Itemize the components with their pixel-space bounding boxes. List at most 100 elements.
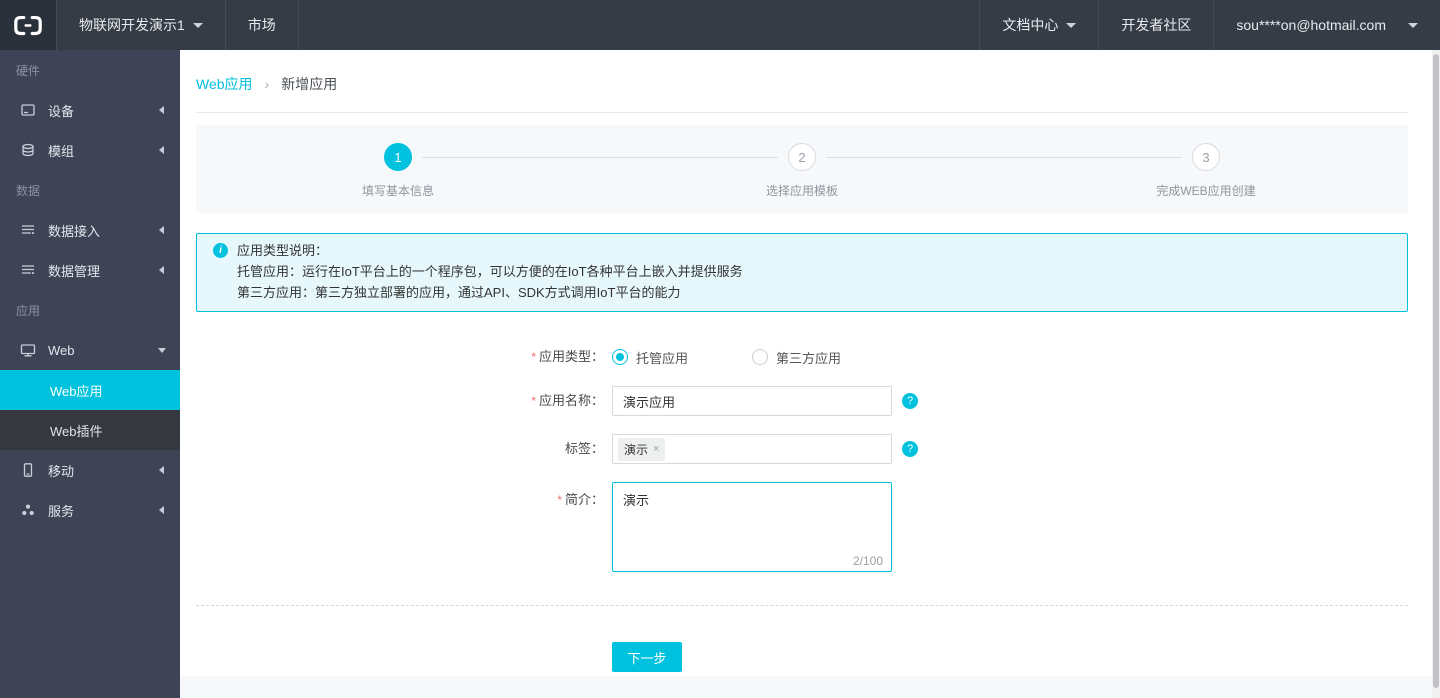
nav-community-label: 开发者社区 [1121,17,1192,33]
step-1-circle: 1 [384,143,412,171]
tag-chip-label: 演示 [624,442,649,457]
sidebar-section-hardware: 硬件 [16,63,41,78]
sidebar-item-device[interactable]: 设备 [0,90,180,130]
step-3-circle: 3 [1192,143,1220,171]
new-app-form: *应用类型： 托管应用 第三方应用 *应用名称： ? 标签： 演示 [196,346,1408,672]
button-row: 下一步 [196,642,1408,672]
breadcrumb-web-app-link[interactable]: Web应用 [196,74,253,94]
sidebar-subitem-label: Web应用 [50,383,103,399]
step-1-label: 填写基本信息 [361,184,434,198]
breadcrumb-divider [196,112,1408,113]
sidebar-item-module[interactable]: 模组 [0,130,180,170]
sidebar-item-label: 数据接入 [48,223,101,239]
account-menu[interactable]: sou****on@hotmail.com [1213,0,1440,50]
app-type-label: * 应用类型： [531,349,604,364]
sidebar-item-mobile[interactable]: 移动 [0,450,180,490]
intro-label: * 简介： [557,492,604,507]
chevron-down-icon [1066,22,1077,28]
service-icon [20,502,36,518]
step-3-label: 完成WEB应用创建 [1156,184,1256,198]
info-line-hosted: 托管应用：运行在IoT平台上的一个程序包，可以方便的在IoT各种平台上嵌入并提供… [237,264,743,279]
module-icon [20,142,36,158]
step-connector [421,157,778,158]
info-title: 应用类型说明： [237,243,329,258]
radio-unselected-icon[interactable] [752,349,769,365]
required-mark: * [557,493,562,507]
sidebar-item-data-manage[interactable]: 数据管理 [0,250,180,290]
nav-docs[interactable]: 文档中心 [979,0,1098,50]
step-1: 1 填写基本信息 [196,125,600,213]
step-2-label: 选择应用模板 [765,184,838,198]
alibaba-cloud-logo-icon[interactable] [0,0,56,50]
main-content: Web应用 › 新增应用 1 填写基本信息 2 选择应用模板 3 完成WEB应用… [180,50,1432,698]
chevron-left-icon [159,226,164,234]
help-icon[interactable]: ? [902,441,918,457]
project-switcher-label: 物联网开发演示1 [79,17,185,33]
app-type-info-box: i 应用类型说明： 托管应用：运行在IoT平台上的一个程序包，可以方便的在IoT… [196,233,1408,312]
nav-market-label: 市场 [247,17,276,33]
radio-hosted-app-label: 托管应用 [636,350,689,366]
sidebar-item-data-access[interactable]: 数据接入 [0,210,180,250]
sidebar-item-label: Web [48,342,75,358]
help-icon[interactable]: ? [902,393,918,409]
chevron-left-icon [159,106,164,114]
data-manage-icon [20,262,36,278]
chevron-left-icon [159,146,164,154]
scrollbar-track[interactable] [1432,50,1440,698]
project-switcher[interactable]: 物联网开发演示1 [56,0,226,50]
sidebar-item-label: 服务 [48,503,75,519]
sidebar-subitem-web-app[interactable]: Web应用 [0,370,180,410]
sidebar-section-data: 数据 [16,183,41,198]
intro-textarea[interactable]: 演示 [612,482,892,572]
radio-selected-icon[interactable] [612,349,628,365]
sidebar: 硬件 设备 模组 数据 数据接入 数据管理 应用 Web Web应用 Web插件… [0,50,180,698]
tags-label: 标签： [564,441,604,456]
sidebar-item-service[interactable]: 服务 [0,490,180,530]
breadcrumb: Web应用 › 新增应用 [196,50,1408,94]
nav-market[interactable]: 市场 [226,0,299,50]
app-name-label: * 应用名称： [531,393,604,408]
form-dashed-divider [196,605,1408,606]
account-email: sou****on@hotmail.com [1236,17,1386,33]
chevron-down-icon [1408,22,1418,28]
nav-community[interactable]: 开发者社区 [1098,0,1213,50]
intro-textarea-wrap: 演示 2/100 [612,482,892,577]
nav-docs-label: 文档中心 [1002,17,1059,33]
radio-thirdparty-app[interactable]: 第三方应用 [752,348,841,367]
app-name-row: *应用名称： ? [196,386,1408,416]
tags-input[interactable]: 演示 × [612,434,892,464]
step-connector [826,157,1183,158]
device-icon [20,102,36,118]
sidebar-item-label: 模组 [48,143,75,159]
app-type-row: * 应用类型： 托管应用 第三方应用 [196,346,1408,368]
sidebar-item-label: 设备 [48,103,75,119]
sidebar-item-label: 移动 [48,463,75,479]
sidebar-item-web[interactable]: Web [0,330,180,370]
next-step-button[interactable]: 下一步 [612,642,682,672]
topbar: 物联网开发演示1 市场 文档中心 开发者社区 sou****on@hotmail… [0,0,1440,50]
radio-hosted-app[interactable]: 托管应用 [612,348,688,367]
chevron-down-icon [158,347,166,353]
sidebar-item-label: 数据管理 [48,263,101,279]
sidebar-subitem-web-plugin[interactable]: Web插件 [0,410,180,450]
tag-remove-icon[interactable]: × [653,443,659,455]
step-2-circle: 2 [788,143,816,171]
web-icon [20,342,36,358]
stepper: 1 填写基本信息 2 选择应用模板 3 完成WEB应用创建 [196,125,1408,213]
intro-row: * 简介： 演示 2/100 [196,482,1408,577]
mobile-icon [20,462,36,478]
chevron-left-icon [159,506,164,514]
scrollbar-thumb[interactable] [1433,54,1439,688]
chevron-left-icon [159,466,164,474]
info-icon: i [213,243,228,258]
step-3: 3 完成WEB应用创建 [1004,125,1408,213]
app-name-input[interactable] [612,386,892,416]
radio-thirdparty-app-label: 第三方应用 [776,350,842,366]
required-mark: * [531,394,536,408]
data-access-icon [20,222,36,238]
chevron-down-icon [192,22,203,28]
page-title: 新增应用 [281,76,338,92]
chevron-left-icon [159,266,164,274]
info-line-thirdparty: 第三方应用：第三方独立部署的应用，通过API、SDK方式调用IoT平台的能力 [237,285,681,300]
